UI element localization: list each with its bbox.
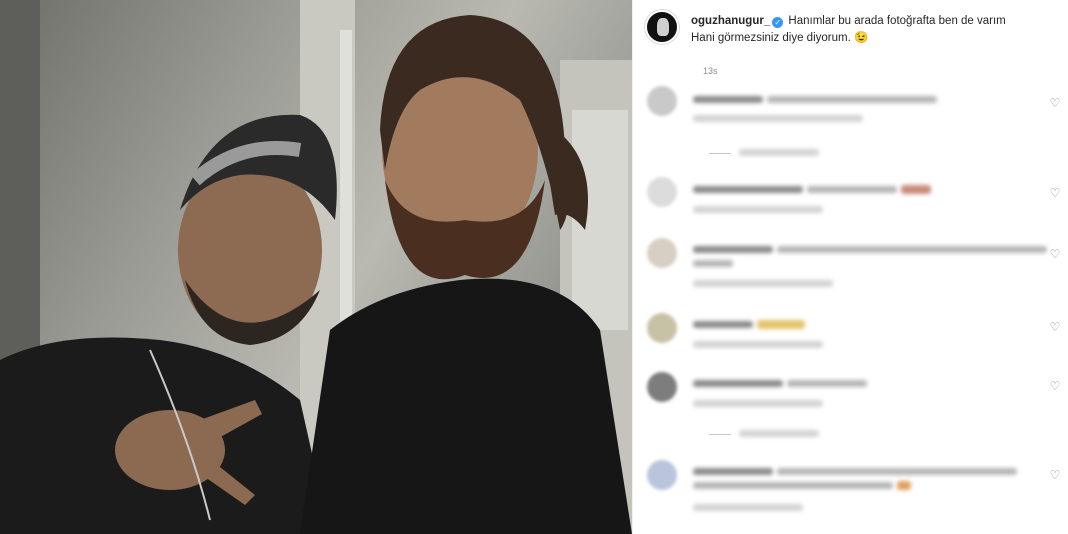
comment-meta-blurred: [693, 280, 833, 287]
comment-meta-blurred: [693, 504, 803, 511]
comment-item: ♡: [647, 238, 1067, 298]
comment-meta-blurred: [693, 115, 863, 122]
caption-text: oguzhanugur_ ✓ Hanımlar bu arada fotoğraf…: [691, 13, 1051, 47]
comment-item: ♡: [647, 177, 1067, 227]
commenter-avatar[interactable]: [647, 177, 677, 207]
like-heart-icon[interactable]: ♡: [1049, 469, 1061, 481]
commenter-avatar[interactable]: [647, 372, 677, 402]
replies-divider: [709, 434, 731, 435]
replies-divider: [709, 153, 731, 154]
emoji-blurred: [901, 185, 931, 194]
commenter-avatar[interactable]: [647, 313, 677, 343]
comment-meta-blurred: [693, 206, 823, 213]
like-heart-icon[interactable]: ♡: [1049, 187, 1061, 199]
author-username[interactable]: oguzhanugur_: [691, 15, 770, 27]
view-replies-blurred[interactable]: [739, 149, 819, 156]
commenter-avatar[interactable]: [647, 86, 677, 116]
comment-text-blurred: [693, 468, 773, 475]
commenter-avatar[interactable]: [647, 460, 677, 490]
comment-item: ♡: [647, 86, 1067, 166]
comment-text-blurred: [777, 246, 1047, 253]
comment-item: ♡: [647, 313, 1067, 363]
like-heart-icon[interactable]: ♡: [1049, 321, 1061, 333]
comments-panel: oguzhanugur_ ✓ Hanımlar bu arada fotoğraf…: [632, 0, 1068, 534]
like-heart-icon[interactable]: ♡: [1049, 380, 1061, 392]
comment-text-blurred: [693, 96, 763, 103]
comment-text-blurred: [787, 380, 867, 387]
comment-text-blurred: [767, 96, 937, 103]
comment-text-blurred: [807, 186, 897, 193]
comment-text-blurred: [693, 380, 783, 387]
commenter-avatar[interactable]: [647, 238, 677, 268]
view-replies-blurred[interactable]: [739, 430, 819, 437]
post-timestamp: 13s: [703, 66, 718, 76]
verified-badge-icon: ✓: [772, 17, 784, 28]
like-heart-icon[interactable]: ♡: [1049, 248, 1061, 260]
comment-text-blurred: [693, 260, 733, 267]
emoji-blurred: [897, 481, 911, 490]
author-avatar[interactable]: [645, 10, 679, 44]
comment-text-blurred: [693, 321, 753, 328]
comment-item: ♡: [647, 460, 1067, 530]
comment-text-blurred: [693, 246, 773, 253]
caption-line-2: Hani görmezsiniz diye diyorum.: [691, 32, 851, 44]
emoji-blurred: [757, 320, 805, 329]
like-heart-icon[interactable]: ♡: [1049, 97, 1061, 109]
caption-line-1: Hanımlar bu arada fotoğrafta ben de varı…: [788, 15, 1006, 27]
comment-item: ♡: [647, 372, 1067, 452]
comment-text-blurred: [777, 468, 1017, 475]
comment-text-blurred: [693, 482, 893, 489]
post-photo[interactable]: [0, 0, 632, 534]
wink-emoji-icon: 😉: [854, 32, 869, 44]
comment-meta-blurred: [693, 341, 823, 348]
comment-meta-blurred: [693, 400, 823, 407]
photo-illustration: [0, 0, 632, 534]
comment-text-blurred: [693, 186, 803, 193]
